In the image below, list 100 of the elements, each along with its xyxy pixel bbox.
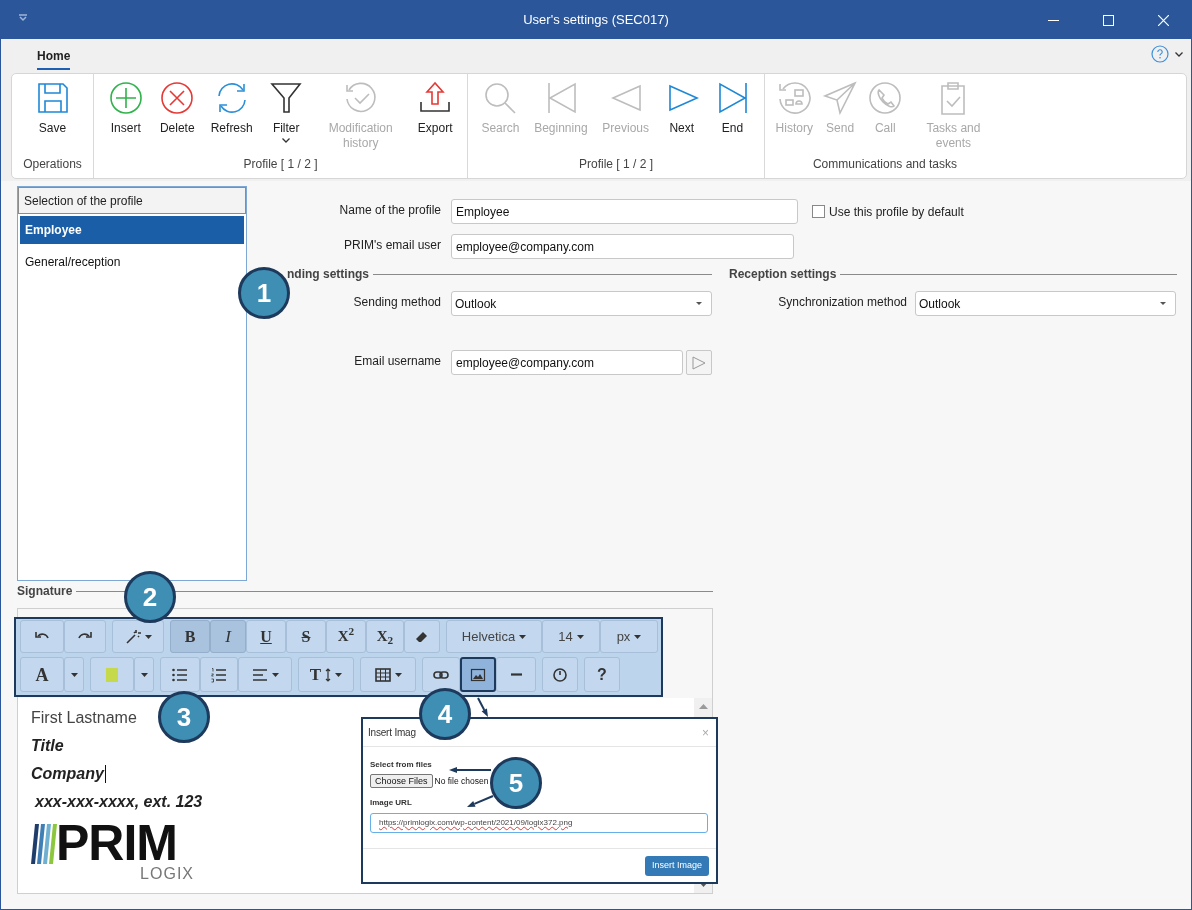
- caret-icon: [144, 634, 152, 639]
- caret-icon: [634, 634, 642, 639]
- numbered-list-icon: [211, 666, 227, 683]
- history-icon: [776, 80, 813, 116]
- signature-text: First Lastname: [31, 708, 137, 728]
- signature-text: xxx-xxx-xxxx, ext. 123: [33, 792, 203, 812]
- text-field[interactable]: employee@company.com: [451, 234, 794, 259]
- list-header: Selection of the profile: [18, 187, 246, 214]
- group-label: Operations: [22, 156, 83, 173]
- caret-icon: [140, 672, 148, 677]
- group-label: Profile [ 1 / 2 ]: [242, 156, 319, 173]
- checkbox[interactable]: [812, 205, 825, 218]
- list-item[interactable]: Employee: [20, 216, 244, 244]
- field-label: Synchronization method: [778, 293, 907, 311]
- help-button[interactable]: ?: [584, 657, 620, 692]
- dropdown[interactable]: Outlook: [451, 291, 712, 316]
- dropdown-toggle[interactable]: [134, 657, 154, 692]
- chevron-down-icon: [282, 138, 291, 143]
- redo-button[interactable]: [64, 620, 106, 653]
- image-button[interactable]: [460, 657, 496, 692]
- signature-text: Company: [31, 764, 104, 784]
- insert-image-button[interactable]: Insert Image: [644, 855, 709, 876]
- minus-icon: [510, 673, 522, 676]
- subscript-button[interactable]: X$_{2}$: [366, 620, 404, 653]
- size-dropdown[interactable]: 14: [542, 620, 600, 653]
- last-button[interactable]: End: [714, 80, 751, 136]
- caret-icon: [519, 634, 527, 639]
- field-label: Name of the profile: [339, 201, 441, 219]
- numbered-list-button[interactable]: [200, 657, 238, 692]
- paper-plane-icon: [822, 80, 859, 116]
- text-field[interactable]: employee@company.com: [451, 350, 683, 375]
- dialog-title: Insert Imag: [368, 726, 416, 740]
- section-title: Signature: [17, 583, 73, 600]
- font-dropdown[interactable]: Helvetica: [446, 620, 542, 653]
- caret-icon: [576, 634, 584, 639]
- refresh-button[interactable]: Refresh: [210, 80, 253, 136]
- section-title: Reception settings: [729, 266, 837, 283]
- image-icon: [470, 666, 486, 683]
- help-icon: [1151, 45, 1169, 63]
- callout-arrow: [467, 795, 494, 807]
- undo-button[interactable]: [20, 620, 64, 653]
- window-title: User's settings (SEC017): [522, 11, 670, 30]
- style-button[interactable]: [112, 620, 164, 653]
- strikethrough-button[interactable]: S: [286, 620, 326, 653]
- filter-button[interactable]: Filter: [268, 80, 305, 143]
- link-button[interactable]: [422, 657, 460, 692]
- caret-icon: [696, 302, 702, 305]
- table-icon: [374, 666, 391, 683]
- scroll-up-icon: [698, 704, 708, 709]
- unit-dropdown[interactable]: px: [600, 620, 658, 653]
- clock-button[interactable]: [542, 657, 578, 692]
- text-field[interactable]: Employee: [451, 199, 798, 224]
- tab[interactable]: Home: [37, 47, 71, 70]
- x-circle-icon: [159, 80, 196, 116]
- save-button[interactable]: Save: [34, 80, 71, 136]
- caret-icon: [1160, 302, 1166, 305]
- clear-format-button[interactable]: [404, 620, 440, 653]
- field-label: Email username: [354, 352, 441, 370]
- bullet-list-button[interactable]: [160, 657, 200, 692]
- plus-circle-icon: [107, 80, 144, 116]
- field-label: PRIM's email user: [344, 236, 441, 254]
- section-title: nding settings: [287, 266, 369, 283]
- url-field[interactable]: https://primlogix.com/wp-content/2021/09/logix372.png: [370, 813, 708, 833]
- group-label: Communications and tasks: [811, 156, 959, 173]
- field-label: Select from files: [370, 759, 432, 771]
- caret-icon: [70, 672, 78, 677]
- font-color-button[interactable]: A: [20, 657, 64, 692]
- signature-text: Title: [31, 736, 64, 756]
- align-button[interactable]: [238, 657, 292, 692]
- color-swatch-icon: [104, 666, 120, 683]
- export-button[interactable]: Export: [417, 80, 454, 136]
- superscript-button[interactable]: X$^{2}$: [326, 620, 366, 653]
- maximize-icon: [1103, 14, 1114, 26]
- horizontal-rule-button[interactable]: [496, 657, 536, 692]
- choose-files-button[interactable]: Choose Files: [370, 774, 433, 788]
- group-label: Profile [ 1 / 2 ]: [577, 156, 654, 173]
- field-label: Image URL: [370, 797, 412, 809]
- bold-button[interactable]: B: [170, 620, 210, 653]
- phone-icon: [867, 80, 904, 116]
- logo: PRIM LOGIX: [31, 821, 196, 887]
- highlight-color-button[interactable]: [90, 657, 134, 692]
- clock-icon: [552, 666, 568, 683]
- delete-button[interactable]: Delete: [159, 80, 196, 136]
- next-button[interactable]: Next: [663, 80, 700, 136]
- line-height-button[interactable]: T: [298, 657, 354, 692]
- magic-wand-icon: [124, 628, 141, 645]
- file-status-text: No file chosen: [434, 774, 489, 788]
- close-icon: [1158, 14, 1169, 26]
- italic-button[interactable]: I: [210, 620, 246, 653]
- quick-access-icon: [19, 14, 27, 22]
- insert-button[interactable]: Insert: [107, 80, 144, 136]
- table-button[interactable]: [360, 657, 416, 692]
- caret-icon: [394, 672, 402, 677]
- caret-icon: [335, 672, 343, 677]
- dropdown-toggle[interactable]: [64, 657, 84, 692]
- arrows-vertical-icon: [325, 667, 332, 682]
- caret-icon: [271, 672, 279, 677]
- underline-button[interactable]: U: [246, 620, 286, 653]
- align-icon: [251, 666, 268, 683]
- dropdown[interactable]: Outlook: [915, 291, 1176, 316]
